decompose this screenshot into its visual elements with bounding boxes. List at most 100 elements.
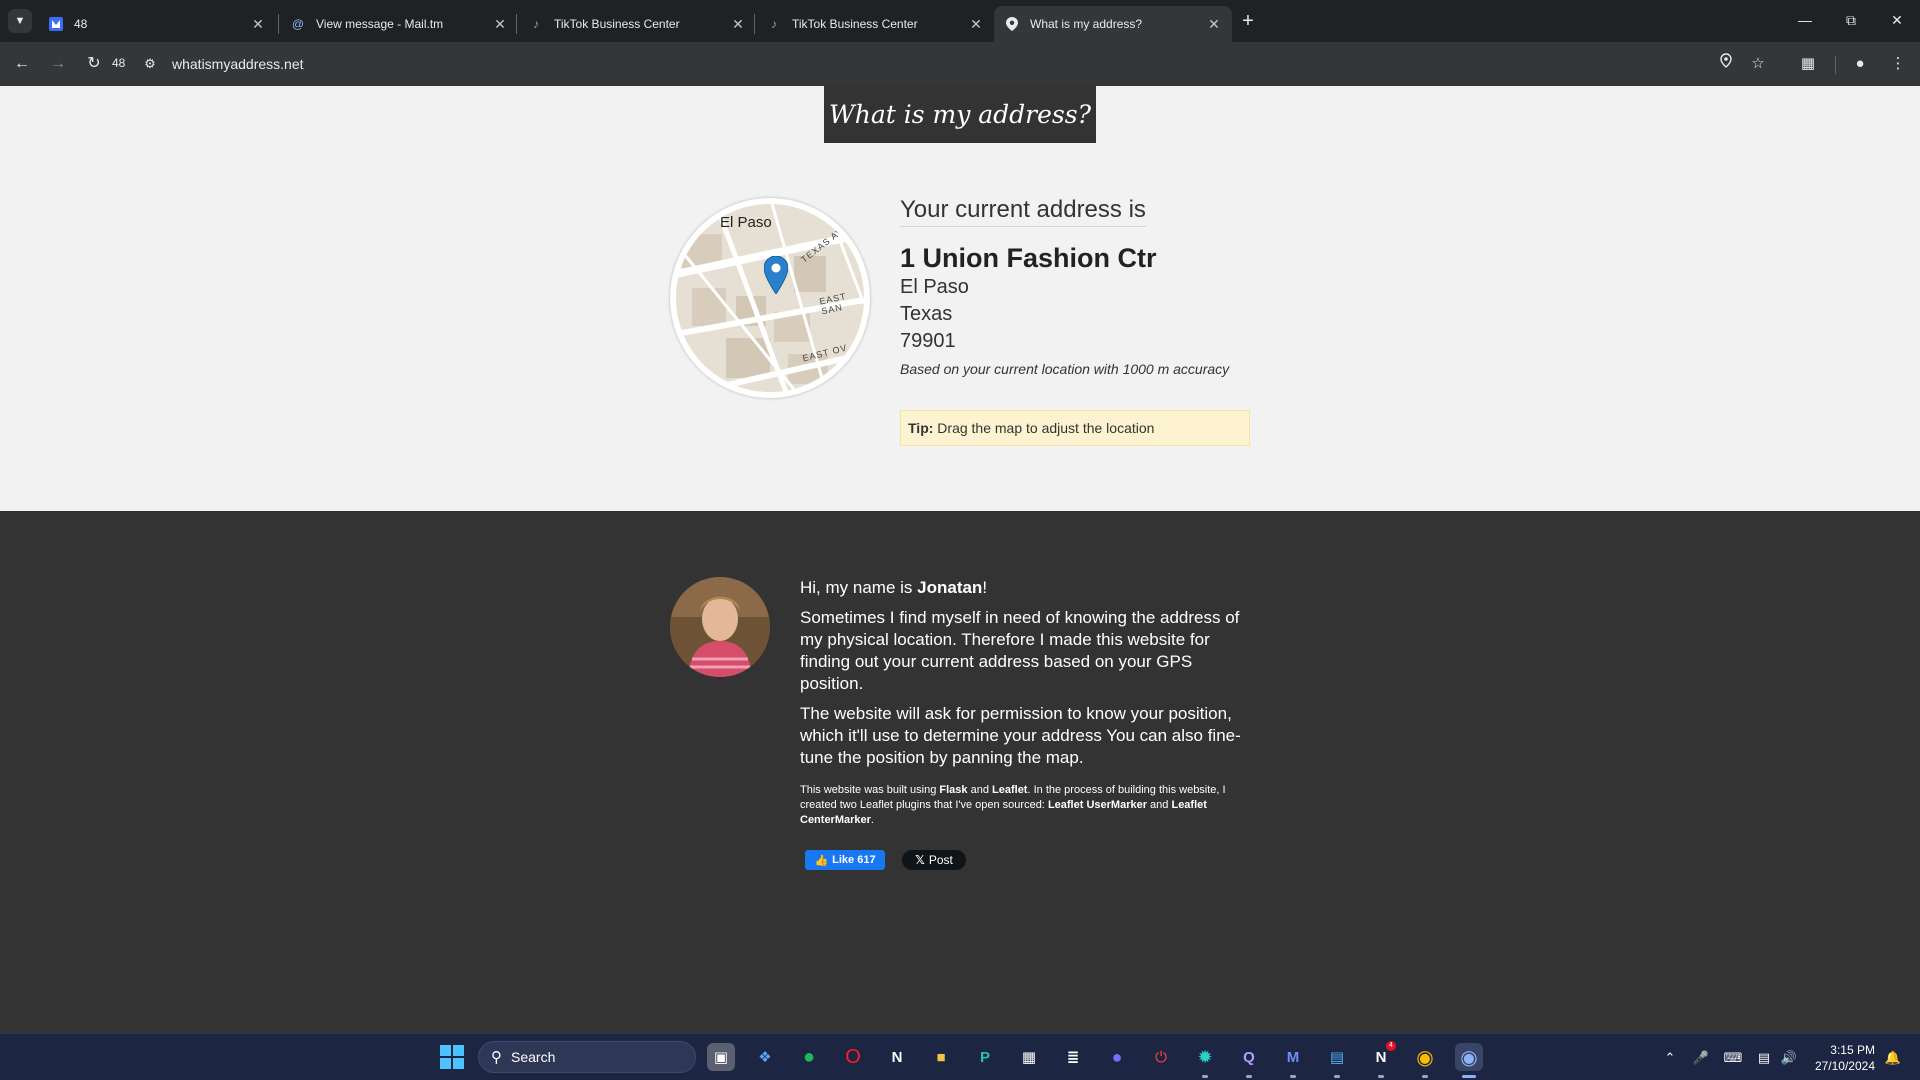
close-icon[interactable]: ✕: [250, 16, 266, 32]
taskbar-app-power[interactable]: ⏻: [1147, 1043, 1175, 1071]
windows-taskbar: ⚲ Search ▣ ❖ ● O N ■ P ▦ ≣ ● ⏻ ✹ Q M ▤ N4…: [0, 1033, 1920, 1080]
new-tab-button[interactable]: +: [1234, 8, 1262, 34]
profile-button[interactable]: ●: [1848, 52, 1872, 76]
network-icon: ▤: [1757, 1050, 1771, 1065]
keyboard-tray[interactable]: ⌨: [1723, 1048, 1743, 1068]
tab-separator: [754, 14, 755, 34]
like-count-label: Like 617: [832, 854, 876, 866]
greeting: Hi, my name is Jonatan!: [800, 577, 1250, 599]
reload-button[interactable]: ↻: [80, 50, 108, 78]
keyboard-icon: ⌨: [1723, 1050, 1743, 1065]
proton-icon: M: [1286, 1048, 1300, 1066]
close-icon[interactable]: ✕: [1206, 16, 1222, 32]
taskbar-app-opera[interactable]: O: [839, 1043, 867, 1071]
location-permission-button[interactable]: [1714, 52, 1738, 76]
taskbar-app-q[interactable]: Q: [1235, 1043, 1263, 1078]
tab-title: TikTok Business Center: [792, 17, 918, 31]
task-view-button[interactable]: ▣: [707, 1043, 735, 1071]
tab-4[interactable]: ♪ TikTok Business Center ✕: [756, 6, 994, 42]
taskbar-app-capcut[interactable]: ≣: [1059, 1043, 1087, 1071]
back-button[interactable]: ←: [8, 50, 36, 78]
proton-icon: [48, 16, 64, 32]
location-pin-icon: [1004, 16, 1020, 32]
close-icon[interactable]: ✕: [968, 16, 984, 32]
taskbar-app-chrome-active[interactable]: ◉: [1455, 1043, 1483, 1078]
chevron-down-icon: ▼: [14, 15, 26, 27]
leaflet-link[interactable]: Leaflet: [992, 784, 1027, 796]
menu-button[interactable]: ⋮: [1886, 52, 1910, 76]
microphone-icon: 🎤: [1692, 1050, 1710, 1065]
tab-separator: [278, 14, 279, 34]
close-icon[interactable]: ✕: [492, 16, 508, 32]
network-tray[interactable]: ▤: [1754, 1048, 1774, 1068]
x-post-button[interactable]: 𝕏 Post: [902, 850, 966, 870]
map-marker-icon[interactable]: [764, 256, 788, 294]
windows-logo-icon: [440, 1058, 451, 1069]
site-logo[interactable]: What is my address?: [824, 86, 1096, 143]
bell-icon: 🔔: [1884, 1050, 1902, 1065]
location-pin-icon: [1720, 53, 1732, 72]
built-text: .: [870, 814, 874, 826]
bio-paragraph-1: Sometimes I find myself in need of knowi…: [800, 608, 1240, 693]
extensions-button[interactable]: ▦: [1796, 52, 1820, 76]
microphone-tray[interactable]: 🎤: [1691, 1048, 1711, 1068]
taskbar-app-p[interactable]: P: [971, 1043, 999, 1071]
taskbar-search[interactable]: ⚲ Search: [478, 1041, 696, 1073]
teal-app-icon: ✹: [1197, 1046, 1213, 1067]
taskbar-app-files[interactable]: ■: [927, 1043, 955, 1071]
browser-toolbar: ← → ↻ 48 ⚙ whatismyaddress.net ☆ ▦ ● ⋮: [0, 42, 1920, 86]
greeting-suffix: !: [982, 578, 988, 597]
minimize-button[interactable]: —: [1782, 0, 1828, 40]
usermarker-link[interactable]: Leaflet UserMarker: [1048, 799, 1147, 811]
built-text: and: [1147, 799, 1172, 811]
restore-button[interactable]: ⧉: [1828, 0, 1874, 40]
restore-icon: ⧉: [1846, 12, 1856, 28]
bookmark-star-button[interactable]: ☆: [1746, 52, 1770, 76]
taskbar-app-photos[interactable]: ❖: [751, 1043, 779, 1071]
map[interactable]: El Paso TEXAS AVE EAST SAN EAST OV: [670, 198, 870, 398]
address-lead: Your current address is: [900, 196, 1146, 227]
speaker-icon: 🔊: [1780, 1050, 1798, 1065]
notifications-button[interactable]: 🔔: [1883, 1048, 1903, 1068]
tab-2[interactable]: @ View message - Mail.tm ✕: [280, 6, 518, 42]
chrome-icon: ◉: [1416, 1046, 1434, 1069]
tab-search-button[interactable]: ▼: [8, 9, 32, 33]
taskbar-app-spotify[interactable]: ●: [795, 1043, 823, 1071]
flask-link[interactable]: Flask: [939, 784, 967, 796]
taskbar-app-chrome[interactable]: ◉: [1411, 1043, 1439, 1078]
tab-3[interactable]: ♪ TikTok Business Center ✕: [518, 6, 756, 42]
taskbar-app-proton[interactable]: M: [1279, 1043, 1307, 1078]
reload-count: 48: [112, 56, 126, 70]
person-icon: ●: [1855, 55, 1865, 72]
kebab-menu-icon: ⋮: [1890, 55, 1906, 72]
start-button[interactable]: [440, 1045, 464, 1069]
taskbar-app-calendar[interactable]: ▦: [1015, 1043, 1043, 1071]
volume-tray[interactable]: 🔊: [1779, 1048, 1799, 1068]
taskbar-app-firefox[interactable]: ●: [1103, 1043, 1131, 1071]
forward-button[interactable]: →: [44, 50, 72, 78]
taskbar-app-notepad[interactable]: ▤: [1323, 1043, 1351, 1078]
address-bar[interactable]: whatismyaddress.net: [172, 56, 304, 72]
facebook-like-button[interactable]: 👍 Like 617: [805, 850, 885, 870]
author-bio: Hi, my name is Jonatan! Sometimes I find…: [800, 577, 1250, 828]
show-hidden-icons-button[interactable]: ⌃: [1660, 1048, 1680, 1068]
clock-time: 3:15 PM: [1830, 1043, 1875, 1057]
close-window-button[interactable]: ✕: [1874, 0, 1920, 40]
running-indicator: [1378, 1075, 1384, 1078]
capcut-icon: ≣: [1066, 1049, 1080, 1066]
close-icon[interactable]: ✕: [730, 16, 746, 32]
taskbar-app-teal[interactable]: ✹: [1191, 1043, 1219, 1078]
tiktok-icon: ♪: [533, 17, 539, 31]
windows-logo-icon: [453, 1045, 464, 1056]
address-result: Your current address is 1 Union Fashion …: [900, 196, 1260, 377]
thumbs-up-icon: 👍: [814, 854, 829, 867]
taskbar-app-notion[interactable]: N: [883, 1043, 911, 1071]
tab-title: What is my address?: [1030, 17, 1143, 31]
taskbar-app-notion-2[interactable]: N4: [1367, 1041, 1396, 1078]
post-label: Post: [928, 853, 953, 867]
site-info-button[interactable]: ⚙: [140, 54, 160, 74]
tab-5-active[interactable]: What is my address? ✕: [994, 6, 1232, 42]
built-text: and: [967, 784, 993, 796]
tab-1[interactable]: 48 ✕: [38, 6, 276, 42]
system-clock[interactable]: 3:15 PM 27/10/2024: [1805, 1042, 1875, 1074]
